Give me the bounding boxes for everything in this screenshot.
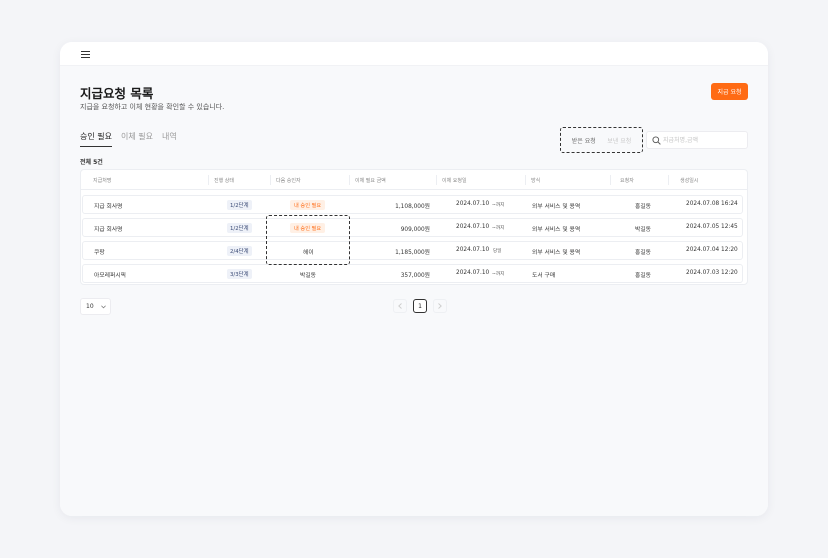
cell-requester: 박길동 [635,227,651,233]
table-row[interactable]: 쿠팡 2/4단계 헤이 1,185,000원 2024.07.10 당일 외부 … [82,241,743,260]
cell-requester: 홍길동 [635,273,651,279]
prev-page-button[interactable] [393,299,407,313]
hamburger-icon[interactable] [81,51,90,59]
chevron-left-icon [398,303,402,309]
filter-received[interactable]: 받은 요청 [566,136,602,145]
table-row[interactable]: 아모레퍼시픽 3/3단계 박길동 357,000원 2024.07.10 ~까지… [82,264,743,283]
step-badge: 1/2단계 [227,200,252,210]
cell-request-date: 2024.07.10 [456,224,490,230]
th-status: 진행 상태 [214,178,234,184]
page-title: 지급요청 목록 [80,86,154,101]
cell-amount: 357,000원 [400,273,430,279]
search-icon [652,136,661,145]
cell-amount: 909,000원 [400,227,430,233]
cell-requester: 홍길동 [635,250,651,256]
step-badge: 1/2단계 [227,223,252,233]
cell-created-at: 2024.07.03 12:20 [686,270,738,276]
table-row[interactable]: 지급 회사명 1/2단계 내 승인 필요 909,000원 2024.07.10… [82,218,743,237]
cell-created-at: 2024.07.04 12:20 [686,247,738,253]
top-bar [60,42,768,66]
pagination: 1 [393,299,453,313]
cell-amount: 1,185,000원 [395,250,430,256]
th-requester: 요청자 [620,178,634,184]
th-request-date: 이체 요청일 [442,178,467,184]
next-page-button[interactable] [433,299,447,313]
cell-amount: 1,108,000원 [395,204,430,210]
due-tag: 당일 [493,249,502,254]
page-size-value: 10 [86,303,94,310]
cell-payee: 아모레퍼시픽 [94,273,126,279]
approval-highlight-box [266,215,350,265]
cell-method: 도서 구매 [532,273,556,279]
cell-created-at: 2024.07.08 16:24 [686,201,738,207]
request-direction-filter: 받은 요청 보낸 요청 [560,127,643,153]
request-payment-button[interactable]: 지급 요청 [711,83,748,100]
cell-request-date: 2024.07.10 [456,201,490,207]
table-row[interactable]: 지급 회사명 1/2단계 내 승인 필요 1,108,000원 2024.07.… [82,195,743,214]
chevron-right-icon [438,303,442,309]
filter-sent[interactable]: 보낸 요청 [602,136,638,145]
page-size-select[interactable]: 10 [80,298,111,315]
content-area: 지급요청 목록 지급을 요청하고 이체 현황을 확인할 수 있습니다. 지급 요… [60,66,768,516]
cell-method: 외부 서비스 및 용역 [532,250,581,256]
th-method: 방식 [531,178,541,184]
cell-payee: 지급 회사명 [94,227,123,233]
cell-payee: 쿠팡 [94,250,105,256]
total-count: 전체 5건 [80,159,103,166]
due-tag: ~까지 [492,272,505,277]
tab-bar: 승인 필요 이체 필요 내역 [80,131,186,147]
step-badge: 3/3단계 [227,269,252,279]
chevron-down-icon [101,305,106,309]
cell-method: 외부 서비스 및 용역 [532,204,581,210]
step-badge: 2/4단계 [227,246,252,256]
cell-next-approver: 박길동 [300,273,316,279]
th-payee: 지급처명 [93,178,112,184]
cell-created-at: 2024.07.05 12:45 [686,224,738,230]
tab-approval-needed[interactable]: 승인 필요 [80,131,112,147]
page-subtitle: 지급을 요청하고 이체 현황을 확인할 수 있습니다. [80,103,225,111]
th-created-at: 생성일시 [680,178,699,184]
approval-needed-badge: 내 승인 필요 [290,200,326,210]
due-tag: ~까지 [492,203,505,208]
th-amount: 이체 필요 금액 [355,178,386,184]
th-next-approver: 다음 승인자 [276,178,301,184]
tab-history[interactable]: 내역 [162,131,177,147]
cell-method: 외부 서비스 및 용역 [532,227,581,233]
cell-payee: 지급 회사명 [94,204,123,210]
search-input[interactable] [663,134,745,147]
cell-requester: 홍길동 [635,204,651,210]
due-tag: ~까지 [492,226,505,231]
cell-request-date: 2024.07.10 [456,270,490,276]
cell-request-date: 2024.07.10 [456,247,490,253]
main-card: 지급요청 목록 지급을 요청하고 이체 현황을 확인할 수 있습니다. 지급 요… [60,42,768,516]
table-header: 지급처명 진행 상태 다음 승인자 이체 필요 금액 이체 요청일 방식 요청자… [81,170,747,190]
tab-transfer-needed[interactable]: 이체 필요 [121,131,153,147]
payment-request-table: 지급처명 진행 상태 다음 승인자 이체 필요 금액 이체 요청일 방식 요청자… [80,169,748,285]
search-box [646,131,748,149]
page-button-current[interactable]: 1 [413,299,427,313]
